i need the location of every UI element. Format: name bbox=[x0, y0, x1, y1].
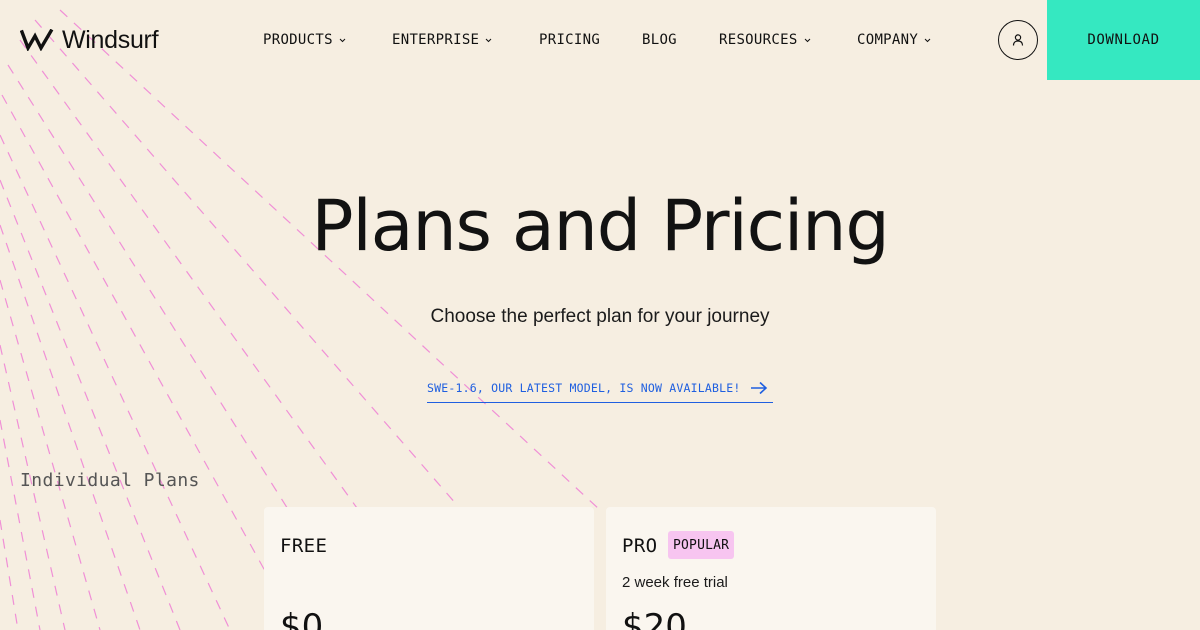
announcement-text: SWE-1.6, OUR LATEST MODEL, IS NOW AVAILA… bbox=[427, 381, 741, 395]
nav-company[interactable]: COMPANY bbox=[857, 30, 931, 50]
popular-badge: POPULAR bbox=[668, 531, 735, 559]
plan-name: FREE bbox=[280, 535, 328, 557]
nav-products-label: PRODUCTS bbox=[263, 32, 333, 48]
page-title: Plans and Pricing bbox=[311, 185, 889, 267]
nav-resources[interactable]: RESOURCES bbox=[719, 30, 811, 50]
arrow-right-icon bbox=[751, 381, 768, 395]
chevron-down-icon bbox=[804, 38, 810, 42]
nav-blog-label: BLOG bbox=[642, 32, 677, 48]
windsurf-logo[interactable]: Windsurf bbox=[20, 26, 159, 54]
chevron-down-icon bbox=[339, 38, 346, 42]
plan-card-pro: PRO POPULAR 2 week free trial $20 bbox=[606, 507, 936, 630]
section-label-individual-plans: Individual Plans bbox=[20, 470, 200, 491]
chevron-down-icon bbox=[485, 38, 492, 42]
plan-trial-note: 2 week free trial bbox=[622, 574, 728, 591]
site-header: Windsurf PRODUCTS ENTERPRISE PRICING BLO… bbox=[0, 0, 1200, 80]
plan-price: $0 bbox=[280, 607, 324, 630]
nav-enterprise[interactable]: ENTERPRISE bbox=[392, 30, 492, 50]
chevron-down-icon bbox=[924, 38, 931, 42]
nav-pricing-label: PRICING bbox=[539, 32, 601, 48]
plan-name: PRO bbox=[622, 535, 658, 557]
logo-wordmark: Windsurf bbox=[62, 26, 159, 54]
announcement-link[interactable]: SWE-1.6, OUR LATEST MODEL, IS NOW AVAILA… bbox=[427, 374, 773, 403]
nav-resources-label: RESOURCES bbox=[719, 32, 798, 48]
nav-blog[interactable]: BLOG bbox=[642, 30, 677, 50]
nav-pricing[interactable]: PRICING bbox=[539, 30, 600, 50]
page-subtitle: Choose the perfect plan for your journey bbox=[430, 306, 770, 327]
download-button[interactable]: DOWNLOAD bbox=[1047, 0, 1200, 80]
user-icon bbox=[1012, 34, 1024, 46]
nav-products[interactable]: PRODUCTS bbox=[263, 30, 346, 50]
plan-card-free: FREE $0 bbox=[264, 507, 594, 630]
nav-enterprise-label: ENTERPRISE bbox=[392, 32, 480, 48]
windsurf-logo-icon bbox=[20, 29, 54, 51]
plan-price: $20 bbox=[622, 607, 687, 630]
account-button[interactable] bbox=[998, 20, 1038, 60]
nav-company-label: COMPANY bbox=[857, 32, 919, 48]
